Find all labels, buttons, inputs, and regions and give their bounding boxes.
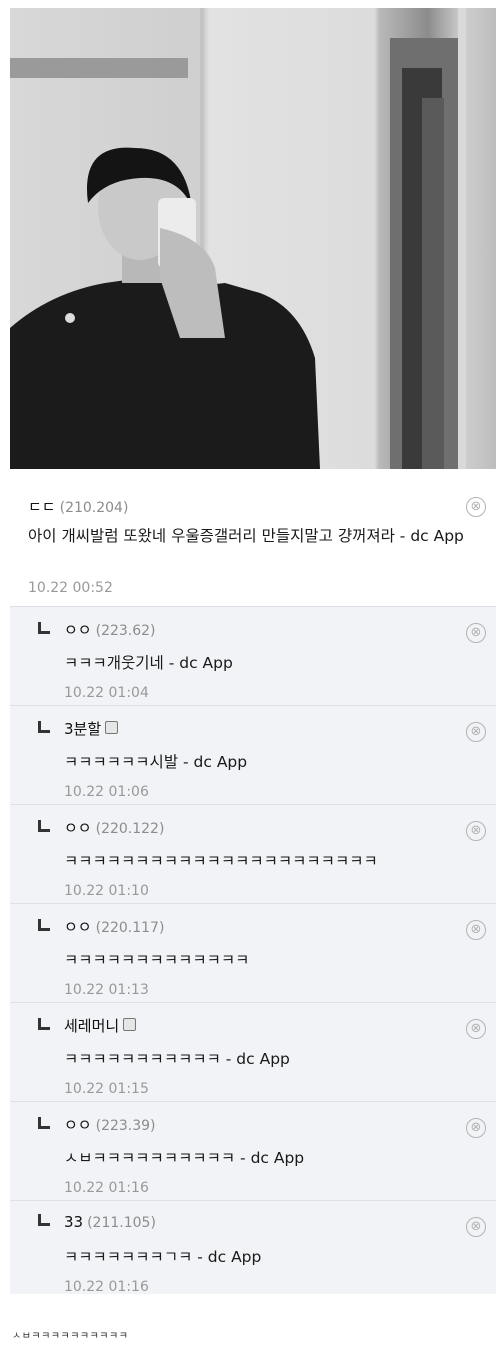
reply-nickname[interactable]: 3분할 [64, 720, 101, 738]
reply-header: 33 (211.105) [38, 1213, 156, 1231]
comment-time: 10.22 00:52 [28, 580, 113, 596]
comment-text: 아이 개씨발럼 또왔네 우울증갤러리 만들지말고 걍꺼져라 - dc App [28, 527, 464, 545]
reply-item: 3분할 ㅋㅋㅋㅋㅋㅋ시발 - dc App 10.22 01:06 ⊗ [10, 705, 496, 804]
reply-arrow-icon [38, 721, 50, 733]
footer-caption: ㅅㅂㅋㅋㅋㅋㅋㅋㅋㅋㅋㅋ [12, 1331, 129, 1342]
reply-header: ㅇㅇ (223.62) [38, 619, 156, 640]
reply-nickname[interactable]: 33 [64, 1213, 83, 1231]
delete-icon[interactable]: ⊗ [466, 1217, 486, 1237]
reply-ip: (223.39) [95, 1118, 156, 1134]
reply-time: 10.22 01:06 [64, 784, 149, 800]
delete-icon[interactable]: ⊗ [466, 821, 486, 841]
reply-text: ㅋㅋㅋㅋㅋㅋㅋㅋㅋㅋㅋㅋㅋ [64, 951, 250, 969]
delete-icon[interactable]: ⊗ [466, 1019, 486, 1039]
reply-item: ㅇㅇ (223.62) ㅋㅋㅋ개웃기네 - dc App 10.22 01:04 … [10, 606, 496, 705]
fixed-nick-badge-icon [123, 1018, 137, 1031]
fixed-nick-badge-icon [105, 721, 119, 734]
reply-header: ㅇㅇ (220.122) [38, 817, 164, 838]
reply-arrow-icon [38, 919, 50, 931]
reply-nickname[interactable]: 세레머니 [64, 1017, 119, 1035]
reply-ip: (211.105) [87, 1215, 156, 1231]
reply-arrow-icon [38, 820, 50, 832]
reply-nickname[interactable]: ㅇㅇ [64, 1116, 92, 1134]
reply-time: 10.22 01:13 [64, 982, 149, 998]
delete-icon[interactable]: ⊗ [466, 623, 486, 643]
reply-ip: (220.117) [95, 920, 165, 936]
reply-time: 10.22 01:16 [64, 1180, 149, 1196]
reply-text: ㅋㅋㅋㅋㅋㅋ시발 - dc App [64, 753, 248, 771]
comment-header: ㄷㄷ (210.204) [28, 496, 128, 517]
delete-icon[interactable]: ⊗ [466, 722, 486, 742]
reply-time: 10.22 01:15 [64, 1081, 149, 1097]
reply-text: ㅋㅋㅋㅋㅋㅋㅋㄱㅋ - dc App [64, 1248, 262, 1266]
delete-icon[interactable]: ⊗ [466, 920, 486, 940]
delete-icon[interactable]: ⊗ [466, 1118, 486, 1138]
delete-icon[interactable]: ⊗ [466, 497, 486, 517]
reply-item: 세레머니 ㅋㅋㅋㅋㅋㅋㅋㅋㅋㅋㅋ - dc App 10.22 01:15 ⊗ [10, 1002, 496, 1101]
reply-arrow-icon [38, 1117, 50, 1129]
comment-item: ㄷㄷ (210.204) 아이 개씨발럼 또왔네 우울증갤러리 만들지말고 걍꺼져… [10, 483, 496, 605]
reply-header: 3분할 [38, 718, 119, 739]
reply-item: 33 (211.105) ㅋㅋㅋㅋㅋㅋㅋㄱㅋ - dc App 10.22 01:… [10, 1200, 496, 1295]
reply-arrow-icon [38, 1214, 50, 1226]
reply-header: ㅇㅇ (223.39) [38, 1114, 156, 1135]
reply-item: ㅇㅇ (223.39) ㅅㅂㅋㅋㅋㅋㅋㅋㅋㅋㅋㅋ - dc App 10.22 0… [10, 1101, 496, 1200]
comment-nickname[interactable]: ㄷㄷ [28, 498, 56, 516]
reply-item: ㅇㅇ (220.117) ㅋㅋㅋㅋㅋㅋㅋㅋㅋㅋㅋㅋㅋ 10.22 01:13 ⊗ [10, 903, 496, 1002]
reply-ip: (223.62) [95, 623, 156, 639]
reply-arrow-icon [38, 622, 50, 634]
reply-text: ㅋㅋㅋ개웃기네 - dc App [64, 654, 233, 672]
reply-nickname[interactable]: ㅇㅇ [64, 918, 92, 936]
reply-text: ㅅㅂㅋㅋㅋㅋㅋㅋㅋㅋㅋㅋ - dc App [64, 1149, 305, 1167]
reply-arrow-icon [38, 1018, 50, 1030]
comment-ip: (210.204) [59, 500, 129, 516]
reply-header: ㅇㅇ (220.117) [38, 916, 164, 937]
post-photo [10, 8, 496, 469]
reply-item: ㅇㅇ (220.122) ㅋㅋㅋㅋㅋㅋㅋㅋㅋㅋㅋㅋㅋㅋㅋㅋㅋㅋㅋㅋㅋㅋ 10.22… [10, 804, 496, 903]
reply-time: 10.22 01:10 [64, 883, 149, 899]
reply-text: ㅋㅋㅋㅋㅋㅋㅋㅋㅋㅋㅋ - dc App [64, 1050, 290, 1068]
reply-nickname[interactable]: ㅇㅇ [64, 819, 92, 837]
reply-time: 10.22 01:16 [64, 1279, 149, 1295]
reply-time: 10.22 01:04 [64, 685, 149, 701]
reply-text: ㅋㅋㅋㅋㅋㅋㅋㅋㅋㅋㅋㅋㅋㅋㅋㅋㅋㅋㅋㅋㅋㅋ [64, 852, 378, 870]
reply-nickname[interactable]: ㅇㅇ [64, 621, 92, 639]
reply-ip: (220.122) [95, 821, 165, 837]
reply-header: 세레머니 [38, 1015, 137, 1036]
